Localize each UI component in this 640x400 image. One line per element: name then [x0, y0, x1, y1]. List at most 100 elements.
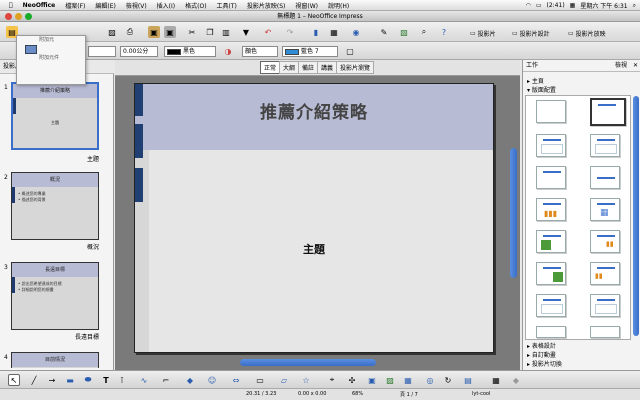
table-icon[interactable]: ▦ [328, 26, 340, 38]
layout-centered-text[interactable] [590, 166, 620, 189]
layout-more[interactable] [536, 326, 566, 338]
chart-icon[interactable]: ▮ [310, 26, 322, 38]
layout-blank[interactable] [536, 100, 566, 123]
layout-title-object[interactable] [536, 294, 566, 317]
select-arrow-icon[interactable]: ↖ [8, 374, 20, 386]
menu-insert[interactable]: 插入(I) [152, 1, 180, 10]
line-style-select[interactable] [88, 46, 116, 57]
layout-more[interactable] [590, 326, 620, 338]
tab-normal[interactable]: 正常 [259, 61, 280, 74]
section-layouts[interactable]: ▾ 版面配置 [527, 85, 556, 94]
battery-icon[interactable]: ▭ [536, 2, 542, 9]
slide-thumbnail-2[interactable]: 概況 • 概述您的專業 • 描述您的背景 [11, 172, 99, 240]
layout-title-slide[interactable] [590, 98, 626, 126]
apple-menu-icon[interactable]:  [4, 2, 18, 9]
tab-slide-sorter[interactable]: 投影片瀏覽 [336, 61, 375, 74]
layout-title-text[interactable] [590, 134, 620, 157]
toggle-extrusion-icon[interactable]: ◆ [510, 374, 522, 386]
tab-notes[interactable]: 備註 [297, 61, 318, 74]
zoom-window-icon[interactable] [25, 13, 32, 20]
block-arrows-icon[interactable]: ⇔ [230, 374, 242, 386]
copy-icon[interactable]: ❐ [204, 26, 216, 38]
fit-text-icon[interactable]: ⊺ [116, 374, 128, 386]
redo-icon[interactable]: ↷ [284, 26, 296, 38]
line-color-select[interactable]: 黑色 [164, 46, 216, 57]
glue-points-icon[interactable]: ✣ [346, 374, 358, 386]
minimize-window-icon[interactable] [15, 13, 22, 20]
stars-icon[interactable]: ☆ [300, 374, 312, 386]
slide-thumbnail-4[interactable]: 目前情況 [11, 352, 99, 368]
layout-title-2-content[interactable] [590, 294, 620, 317]
menu-app[interactable]: NeoOffice [18, 2, 61, 9]
help-icon[interactable]: ? [438, 26, 450, 38]
layout-title-content[interactable] [536, 134, 566, 157]
section-table-design[interactable]: ▸ 表格設計 [527, 341, 556, 350]
vertical-scrollbar[interactable] [510, 148, 517, 278]
menu-help[interactable]: 說明(H) [323, 1, 354, 10]
cut-icon[interactable]: ✂ [186, 26, 198, 38]
basic-shapes-icon[interactable]: ◆ [184, 374, 196, 386]
extrusion-icon[interactable]: ◎ [424, 374, 436, 386]
callouts-icon[interactable]: ▱ [278, 374, 290, 386]
rectangle-icon[interactable]: ▬ [64, 374, 76, 386]
arrow-line-icon[interactable]: → [46, 374, 58, 386]
layout-title-chart[interactable]: ▮▮▮ [536, 198, 566, 221]
section-slide-transition[interactable]: ▸ 投影片切換 [527, 359, 562, 368]
shadow-icon[interactable]: ▢ [344, 45, 356, 57]
layout-title-text-chart[interactable]: ▮▮ [590, 230, 620, 253]
layout-title-chart-text[interactable]: ▮▮ [590, 262, 620, 285]
slide-button[interactable]: ▭ 投影片 [470, 29, 496, 38]
popup-row[interactable]: 附加元 [17, 36, 85, 45]
horizontal-scrollbar[interactable] [240, 359, 376, 366]
area-style-icon[interactable]: ◑ [222, 45, 234, 57]
gallery-icon[interactable]: ▧ [398, 26, 410, 38]
gallery-icon[interactable]: ▦ [402, 374, 414, 386]
zoom-icon[interactable]: ⌕ [418, 26, 430, 38]
popup-row[interactable] [17, 45, 85, 54]
slide-canvas[interactable]: 推薦介紹策略 主題 [134, 83, 494, 353]
line-tool-icon[interactable]: ╱ [28, 374, 40, 386]
slide-show-button[interactable]: ▭ 投影片放映 [568, 29, 606, 38]
tab-outline[interactable]: 大綱 [278, 61, 299, 74]
menu-file[interactable]: 檔案(F) [60, 1, 90, 10]
section-master-pages[interactable]: ▸ 主頁 [527, 76, 544, 85]
area-mode-select[interactable]: 顏色 [242, 46, 278, 57]
arrange-icon[interactable]: ▦ [490, 374, 502, 386]
flowchart-icon[interactable]: ▭ [254, 374, 266, 386]
draw-functions-icon[interactable]: ✎ [378, 26, 390, 38]
menu-edit[interactable]: 編輯(E) [90, 1, 120, 10]
menu-slideshow[interactable]: 投影片放映(S) [242, 1, 291, 10]
rotate-icon[interactable]: ↻ [442, 374, 454, 386]
slide-thumbnail-3[interactable]: 長遠目標 • 說出您希望達成的目標 • 詳細說明您的規畫 [11, 262, 99, 330]
insert-image-icon[interactable]: ▨ [384, 374, 396, 386]
menu-window[interactable]: 視窗(W) [290, 1, 323, 10]
menu-tools[interactable]: 工具(T) [212, 1, 242, 10]
format-paintbrush-icon[interactable]: ▼ [240, 26, 252, 38]
section-custom-animation[interactable]: ▸ 自訂動畫 [527, 350, 556, 359]
align-icon[interactable]: ▤ [462, 374, 474, 386]
symbol-shapes-icon[interactable]: ☺ [206, 374, 218, 386]
flag-icon[interactable]: ▦ [570, 2, 576, 9]
menu-format[interactable]: 格式(O) [180, 1, 211, 10]
spotlight-icon[interactable]: ⌕ [633, 2, 636, 10]
text-tool-icon[interactable]: T [100, 374, 112, 386]
slide-thumbnail-1[interactable]: 推薦介紹策略 主題 [11, 82, 99, 150]
export-pdf-icon[interactable]: ▨ [106, 26, 118, 38]
clock[interactable]: 星期六 下午 6:31 [580, 1, 627, 10]
close-icon[interactable]: ✕ [633, 60, 638, 72]
line-width-field[interactable]: 0.00公分 [120, 46, 158, 57]
spellcheck-icon[interactable]: ▣ [148, 26, 160, 38]
task-pane-view-menu[interactable]: 檢視 [615, 60, 627, 72]
slide-title[interactable]: 推薦介紹策略 [135, 98, 493, 123]
layout-title-table[interactable]: ▦ [590, 198, 620, 221]
slide-subtitle[interactable]: 主題 [135, 241, 493, 257]
task-pane-scrollbar[interactable] [633, 96, 639, 336]
layout-title-clipart-text[interactable] [536, 230, 566, 253]
curve-icon[interactable]: ∿ [138, 374, 150, 386]
menu-view[interactable]: 檢視(V) [121, 1, 152, 10]
popup-row[interactable]: 附加元件 [17, 54, 85, 63]
connector-icon[interactable]: ⌐ [160, 374, 172, 386]
points-icon[interactable]: ⌖ [326, 374, 338, 386]
navigator-icon[interactable]: ◉ [350, 26, 362, 38]
paste-icon[interactable]: ▥ [220, 26, 232, 38]
